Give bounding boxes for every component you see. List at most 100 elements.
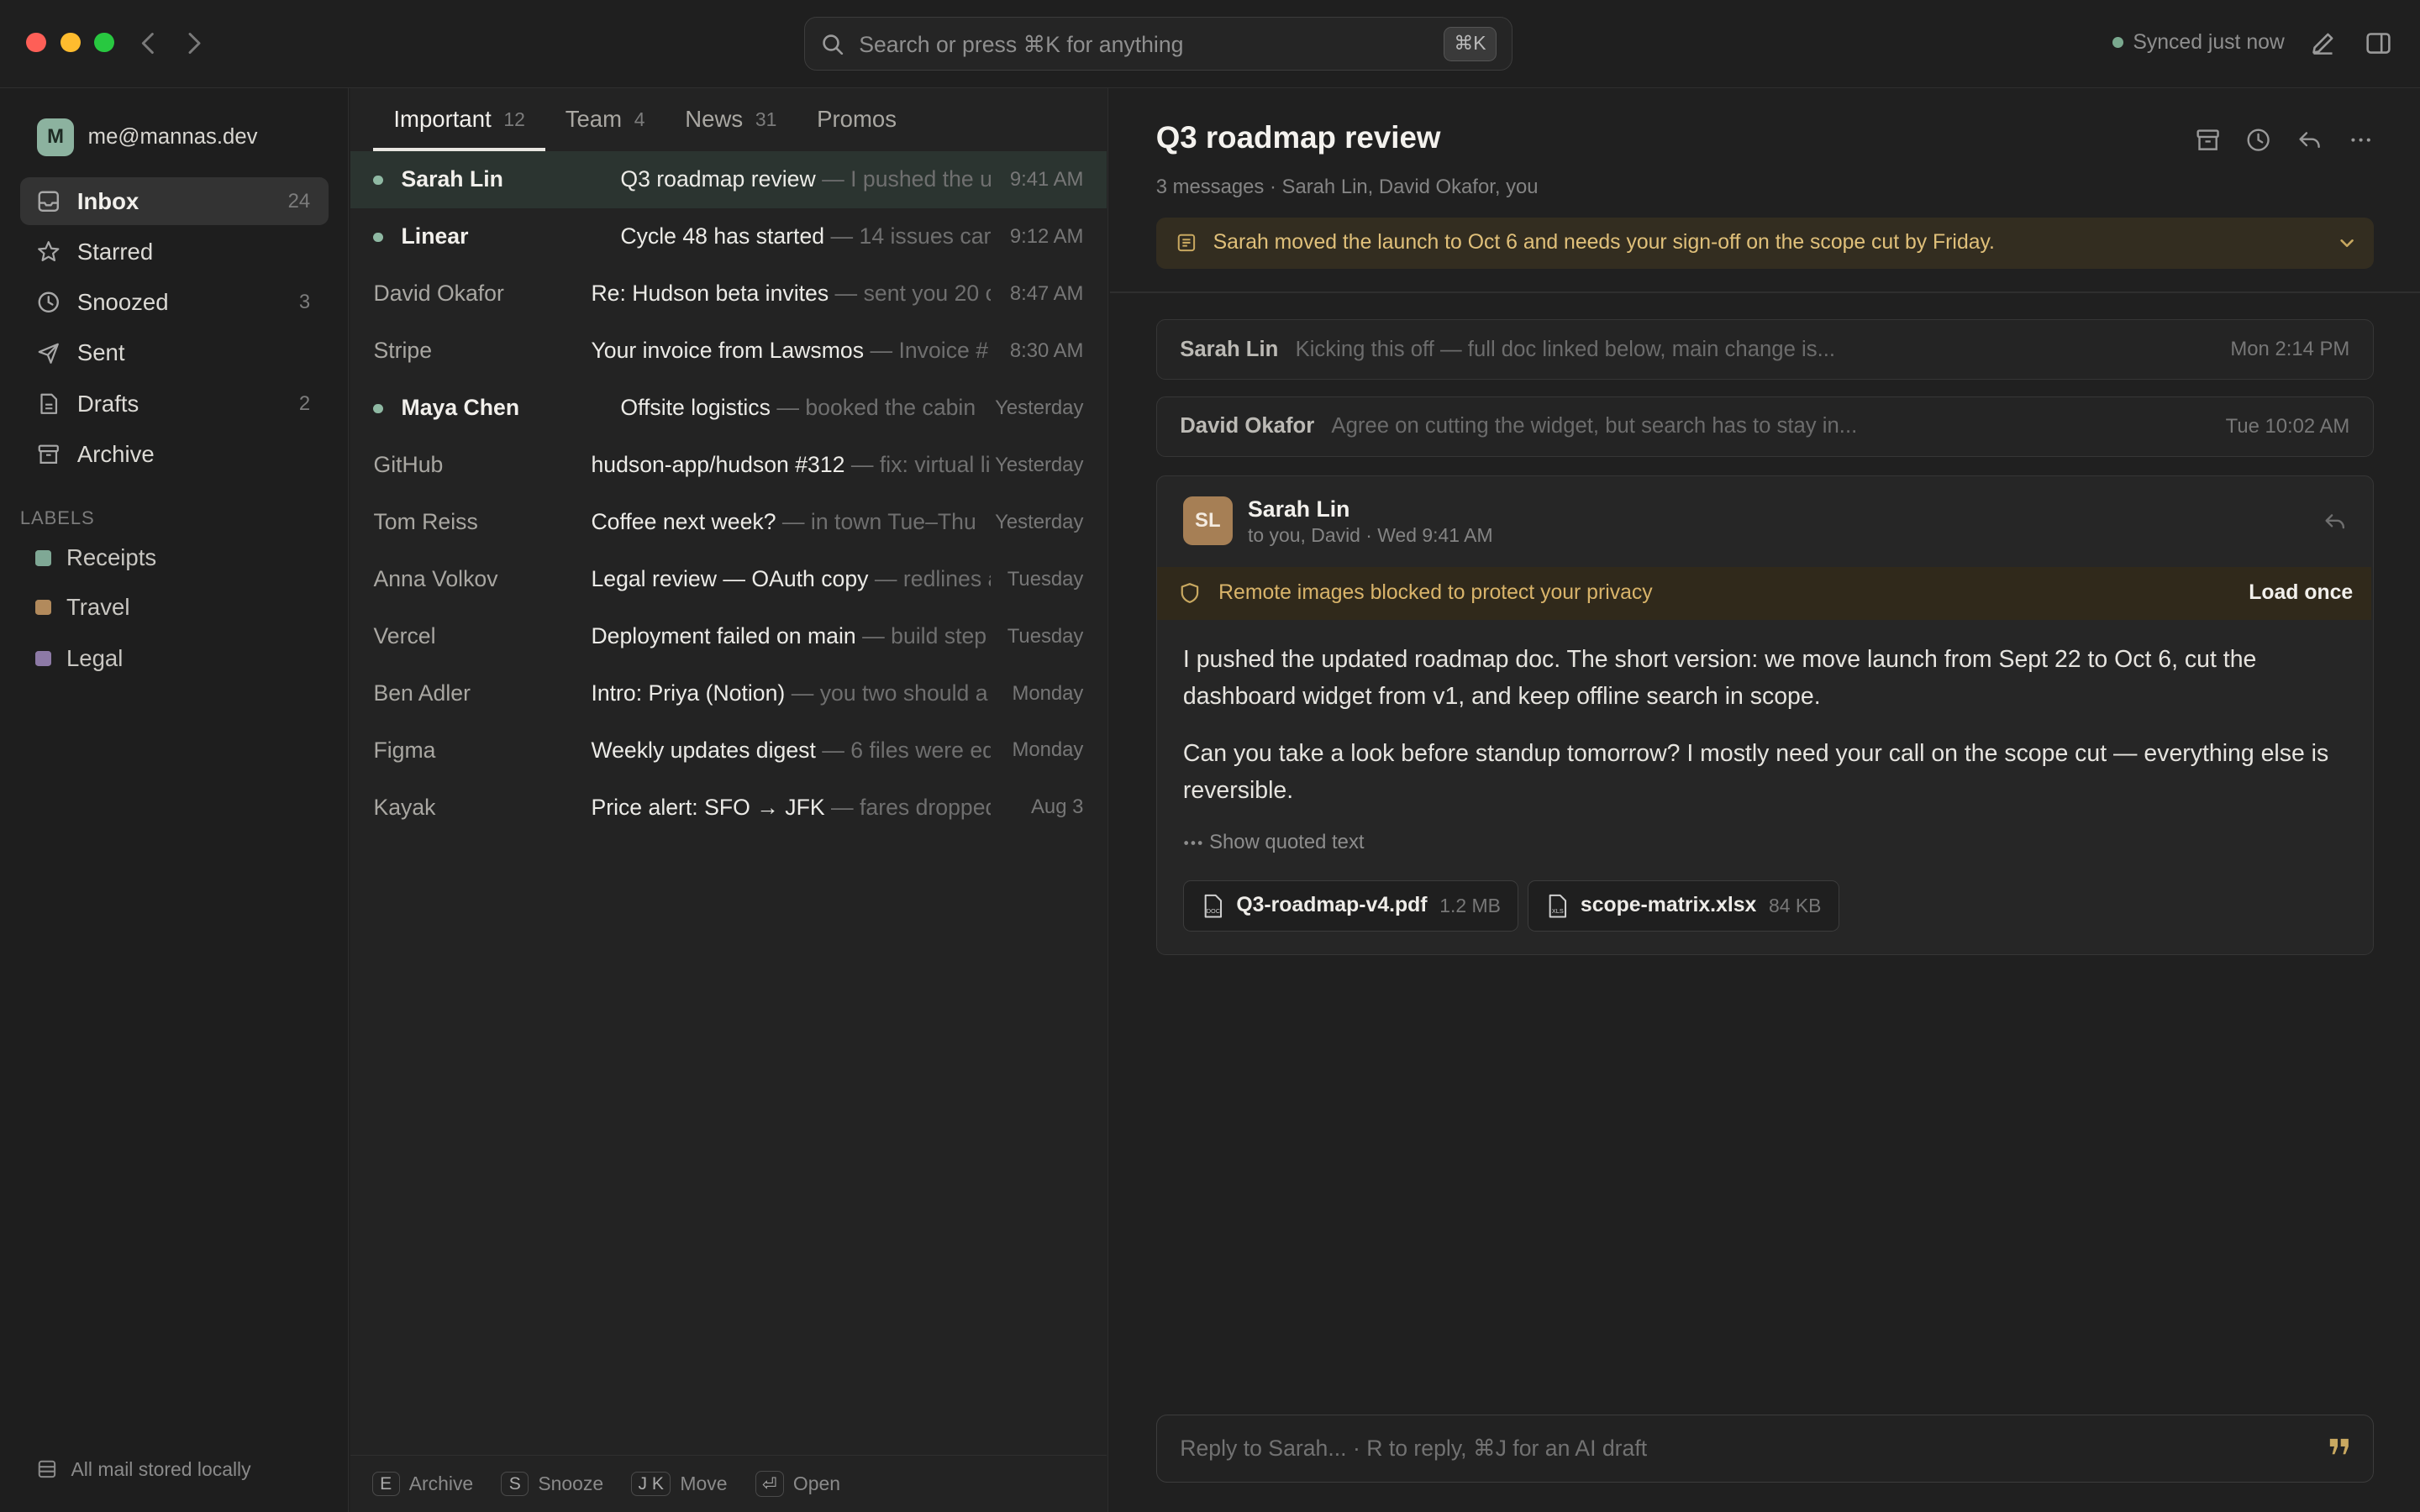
message-sender: Vercel (373, 623, 436, 649)
snooze-clock-icon[interactable] (2245, 127, 2271, 153)
label-receipts[interactable]: Receipts (35, 544, 156, 571)
minimize-window-button[interactable] (60, 32, 81, 53)
message-row[interactable]: Linear Cycle 48 has started — 14 issues c… (350, 208, 1107, 265)
tab-promos[interactable]: Promos (797, 88, 917, 151)
tab-news[interactable]: News 31 (665, 88, 797, 151)
message-subject-line: Price alert: SFO → JFK — fares dropped 1… (591, 795, 991, 821)
more-options-icon[interactable] (2348, 127, 2374, 153)
search-input[interactable]: Search or press ⌘K for anything (859, 32, 1183, 58)
sidebar-item-starred[interactable]: Starred (20, 228, 329, 276)
database-icon (37, 1459, 57, 1479)
tab-team[interactable]: Team 4 (545, 88, 666, 151)
thread-title: Q3 roadmap review (1155, 120, 1441, 155)
svg-text:XLS: XLS (1551, 906, 1563, 914)
star-icon (37, 240, 60, 264)
sidebar-item-label: Drafts (76, 390, 139, 417)
reply-input[interactable]: Reply to Sarah... · R to reply, ⌘J for a… (1155, 1415, 2374, 1483)
forward-button[interactable] (181, 29, 205, 57)
compose-icon[interactable] (2309, 29, 2337, 57)
message-snippet: — 6 files were edited (822, 737, 991, 763)
close-window-button[interactable] (26, 32, 47, 53)
collapsed-message[interactable]: Sarah Lin Kicking this off — full doc li… (1155, 319, 2374, 380)
account-switcher[interactable]: M me@mannas.dev (37, 118, 258, 156)
show-quoted-button[interactable]: Show quoted text (1183, 831, 1365, 854)
message-sender: Stripe (373, 338, 433, 364)
message-subject-line: Your invoice from Lawsmos — Invoice # (591, 338, 991, 364)
message-row[interactable]: Figma Weekly updates digest — 6 files wer… (350, 722, 1107, 780)
message-time: Mon 2:14 PM (2230, 338, 2350, 360)
message-row[interactable]: GitHub hudson-app/hudson #312 — fix: virt… (350, 437, 1107, 494)
collapsed-message[interactable]: David Okafor Agree on cutting the widget… (1155, 396, 2374, 457)
message-subject: Cycle 48 has started (620, 223, 825, 249)
sync-status: Synced just now (2112, 31, 2285, 55)
shortcut-key: J K (631, 1471, 671, 1497)
sidebar-item-count: 2 (298, 391, 311, 415)
zoom-window-button[interactable] (94, 32, 114, 53)
label-legal[interactable]: Legal (35, 645, 123, 672)
shortcut-label: Snooze (538, 1473, 604, 1494)
tab-label: News (685, 106, 744, 133)
message-time: 8:30 AM (1009, 339, 1084, 362)
label-color-swatch (35, 599, 51, 616)
load-once-button[interactable]: Load once (2249, 581, 2353, 605)
sidebar-item-label: Inbox (76, 187, 139, 214)
label-travel[interactable]: Travel (35, 594, 129, 621)
message-row[interactable]: Sarah Lin Q3 roadmap review — I pushed th… (350, 150, 1107, 208)
reply-icon[interactable] (2323, 510, 2347, 533)
shortcut-archive: E Archive (371, 1471, 473, 1497)
attachment-name: Q3-roadmap-v4.pdf (1236, 894, 1428, 917)
message-subject: Re: Hudson beta invites (591, 281, 829, 307)
inbox-icon (37, 190, 60, 213)
message-time: 9:12 AM (1009, 224, 1084, 248)
labels-heading: LABELS (19, 507, 95, 529)
thread-meta: 3 messages · Sarah Lin, David Okafor, yo… (1155, 176, 1539, 199)
message-time: Monday (1012, 681, 1084, 705)
shortcut-label: Move (680, 1473, 728, 1494)
tab-important[interactable]: Important 12 (373, 88, 546, 151)
reading-pane: Q3 roadmap review 3 messages · Sarah Lin… (1109, 87, 2420, 1512)
ai-summary-banner[interactable]: Sarah moved the launch to Oct 6 and need… (1155, 217, 2374, 269)
message-snippet: — sent you 20 codes (834, 281, 992, 307)
message-row[interactable]: Anna Volkov Legal review — OAuth copy — r… (350, 551, 1107, 608)
sidebar-item-drafts[interactable]: Drafts 2 (20, 380, 329, 428)
back-button[interactable] (137, 29, 161, 57)
quote-icon[interactable] (2328, 1437, 2350, 1456)
sender-name: Sarah Lin (1248, 496, 1350, 522)
sidebar-item-sent[interactable]: Sent (20, 329, 329, 377)
message-list-pane: Important 12 Team 4 News 31 Promos Sarah… (350, 87, 1108, 1512)
message-subject: Your invoice from Lawsmos (591, 338, 865, 364)
message-row[interactable]: Vercel Deployment failed on main — build … (350, 608, 1107, 665)
message-time: Yesterday (995, 396, 1084, 419)
reply-icon[interactable] (2296, 127, 2323, 153)
sidebar-item-snoozed[interactable]: Snoozed 3 (20, 279, 329, 327)
search-bar[interactable]: Search or press ⌘K for anything ⌘K (803, 17, 1512, 71)
message-time: Tue 10:02 AM (2225, 414, 2350, 438)
archive-icon[interactable] (2195, 127, 2221, 153)
account-avatar: M (37, 118, 75, 156)
message-row[interactable]: Stripe Your invoice from Lawsmos — Invoic… (350, 323, 1107, 380)
sidebar-item-archive[interactable]: Archive (20, 430, 329, 478)
message-row[interactable]: Maya Chen Offsite logistics — booked the … (350, 380, 1107, 437)
sidebar-item-label: Starred (76, 238, 154, 265)
message-row[interactable]: Ben Adler Intro: Priya (Notion) — you two… (350, 665, 1107, 722)
sidebar-toggle-icon[interactable] (2365, 29, 2392, 57)
message-subject-line: Legal review — OAuth copy — redlines att… (591, 566, 991, 592)
tab-label: Important (393, 106, 492, 133)
sidebar-item-label: Archive (76, 440, 155, 467)
account-email: me@mannas.dev (87, 124, 258, 149)
message-snippet: — I pushed the updated roadmap doc (822, 166, 991, 192)
chevron-down-icon[interactable] (2338, 234, 2355, 251)
attachment-chip[interactable]: DOC Q3-roadmap-v4.pdf 1.2 MB (1182, 879, 1519, 932)
search-icon (822, 34, 844, 55)
message-subject-line: Offsite logistics — booked the cabin (620, 395, 991, 421)
sidebar-item-inbox[interactable]: Inbox 24 (19, 177, 329, 226)
title-bar: Search or press ⌘K for anything ⌘K Synce… (0, 0, 2420, 88)
clock-icon (37, 291, 60, 314)
divider (1109, 291, 2420, 293)
message-row[interactable]: Kayak Price alert: SFO → JFK — fares drop… (350, 779, 1107, 836)
message-subject: Weekly updates digest (591, 737, 816, 763)
message-row[interactable]: David Okafor Re: Hudson beta invites — se… (350, 265, 1107, 323)
message-row[interactable]: Tom Reiss Coffee next week? — in town Tue… (350, 494, 1107, 551)
message-sender: David Okafor (373, 281, 504, 307)
attachment-chip[interactable]: XLS scope-matrix.xlsx 84 KB (1527, 879, 1839, 932)
